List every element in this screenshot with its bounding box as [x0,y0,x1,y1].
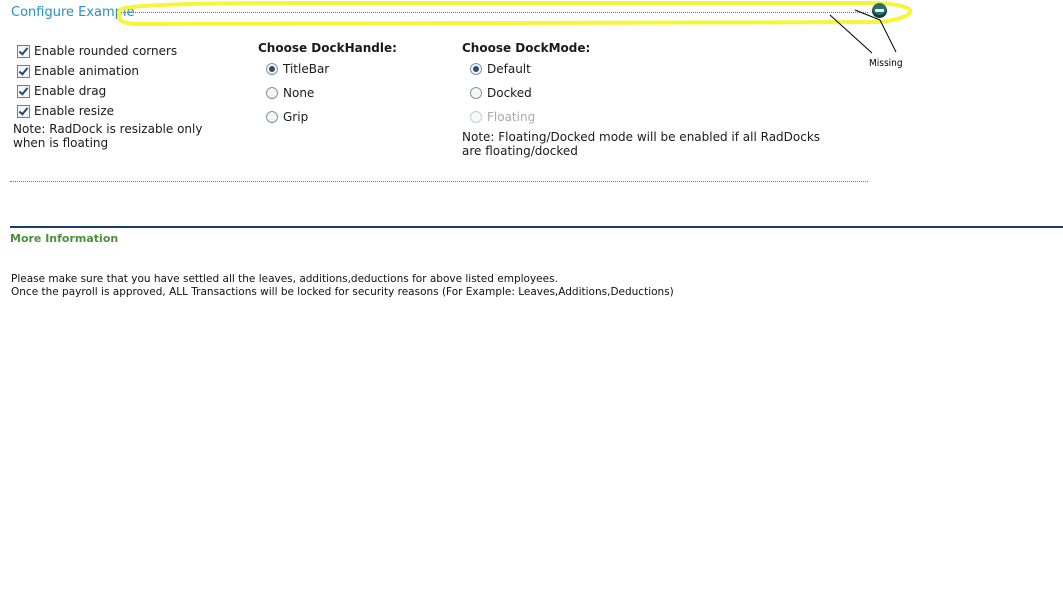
dock-handle-heading: Choose DockHandle: [258,41,397,55]
more-info-divider [10,226,1063,228]
checkbox-checked-icon[interactable] [17,84,30,98]
radio-grip[interactable]: Grip [266,109,308,125]
radio-label: Docked [487,86,532,100]
checkbox-checked-icon[interactable] [17,64,30,78]
checkbox-label: Enable drag [34,84,107,98]
radio-label: None [283,86,315,100]
radio-label: Default [487,62,531,76]
annotation-missing-label: Missing [869,58,903,69]
radio-selected-icon[interactable] [470,63,482,75]
radio-titlebar[interactable]: TitleBar [266,61,329,77]
checkbox-rounded-corners[interactable]: Enable rounded corners [17,43,177,59]
radio-label: Floating [487,110,536,124]
radio-unselected-icon[interactable] [470,87,482,99]
checkbox-checked-icon[interactable] [17,104,30,118]
info-line-lock: Once the payroll is approved, ALL Transa… [11,286,674,298]
expand-collapse-icon[interactable] [872,3,887,18]
more-info-title: More Information [10,232,119,245]
checkbox-drag[interactable]: Enable drag [17,83,106,99]
section-divider [10,181,868,182]
checkbox-resize[interactable]: Enable resize [17,103,114,119]
radio-unselected-icon[interactable] [266,111,278,123]
radio-default[interactable]: Default [470,61,531,77]
radio-disabled-icon [470,111,482,123]
radio-floating: Floating [470,109,535,125]
dock-mode-note: Note: Floating/Docked mode will be enabl… [462,130,821,158]
dock-mode-heading: Choose DockMode: [462,41,591,55]
radio-selected-icon[interactable] [266,63,278,75]
checkbox-label: Enable resize [34,104,115,118]
info-line-settlement: Please make sure that you have settled a… [11,273,558,285]
checkbox-checked-icon[interactable] [17,44,30,58]
checkbox-label: Enable animation [34,64,140,78]
radio-unselected-icon[interactable] [266,87,278,99]
resize-note: Note: RadDock is resizable only when is … [13,122,203,150]
radio-none[interactable]: None [266,85,314,101]
annotation-highlight [117,1,913,54]
checkbox-animation[interactable]: Enable animation [17,63,139,79]
radio-label: TitleBar [283,62,330,76]
radio-label: Grip [283,110,309,124]
radio-docked[interactable]: Docked [470,85,532,101]
checkbox-label: Enable rounded corners [34,44,178,58]
